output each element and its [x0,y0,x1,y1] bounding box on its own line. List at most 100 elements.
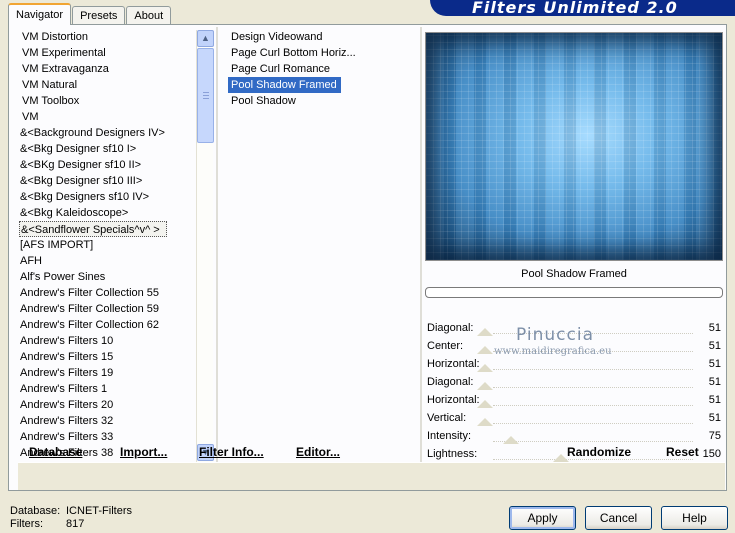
list-item[interactable]: &<Background Designers IV> [19,125,201,141]
list-item[interactable]: Page Curl Bottom Horiz... [228,45,424,61]
slider-thumb[interactable] [477,418,493,426]
slider-track[interactable] [493,369,693,370]
tab-presets[interactable]: Presets [72,6,126,25]
slider-thumb[interactable] [477,364,493,372]
slider-thumb[interactable] [477,346,493,354]
list-item-selected[interactable]: Pool Shadow Framed [228,77,341,93]
list-item[interactable]: AFH [19,253,201,269]
param-label: Lightness: [427,448,478,460]
slider-track[interactable] [493,423,693,424]
list-item[interactable]: &<Bkg Designer sf10 III> [19,173,201,189]
title-banner: Filters Unlimited 2.0 [430,0,735,17]
category-scrollbar[interactable]: ▲ ▼ [196,30,214,462]
selected-filter-name: Pool Shadow Framed [521,268,627,280]
reset-button[interactable]: Reset [666,445,699,459]
param-value: 51 [708,376,721,388]
status-database-value: ICNET-Filters [66,505,132,517]
list-item[interactable]: VM Natural [19,77,201,93]
slider-thumb[interactable] [477,328,493,336]
param-horizontal-2: Horizontal: 51 [425,392,723,410]
status-filters-label: Filters: [10,518,43,530]
list-item[interactable]: [AFS IMPORT] [19,237,201,253]
cancel-button[interactable]: Cancel [585,506,652,530]
list-item[interactable]: Andrew's Filter Collection 55 [19,285,201,301]
status-database: Database: ICNET-Filters [10,505,132,518]
param-label: Horizontal: [427,394,480,406]
grip-icon [203,92,209,99]
tab-navigator[interactable]: Navigator [8,3,72,25]
randomize-button[interactable]: Randomize [567,445,631,459]
list-item[interactable]: Andrew's Filters 1 [19,381,201,397]
list-item[interactable]: Andrew's Filters 19 [19,365,201,381]
slider-track[interactable] [493,441,693,442]
status-info: Database: ICNET-Filters Filters: 817 [10,505,132,531]
banner-title: Filters Unlimited 2.0 [472,0,678,17]
preview-image [425,32,723,261]
database-button[interactable]: Database [29,445,82,459]
slider-track[interactable] [493,387,693,388]
param-diagonal-2: Diagonal: 51 [425,374,723,392]
param-label: Intensity: [427,430,472,442]
slider-track[interactable] [493,459,693,460]
param-label: Horizontal: [427,358,480,370]
list-item[interactable]: Pool Shadow [228,93,424,109]
param-value: 150 [702,448,721,460]
list-item[interactable]: Alf's Power Sines [19,269,201,285]
param-value: 75 [708,430,721,442]
slider-track[interactable] [493,405,693,406]
slider-thumb[interactable] [477,400,493,408]
slider-thumb[interactable] [503,436,519,444]
list-item[interactable]: VM Extravaganza [19,61,201,77]
list-item[interactable]: Andrew's Filters 15 [19,349,201,365]
pane-divider [420,27,422,463]
list-item[interactable]: Page Curl Romance [228,61,424,77]
list-item-selected[interactable]: &<Sandflower Specials^v^ > [19,221,167,237]
tab-about[interactable]: About [126,6,172,25]
list-item[interactable]: &<BKg Designer sf10 II> [19,157,201,173]
list-item[interactable]: Andrew's Filter Collection 59 [19,301,201,317]
status-filters: Filters: 817 [10,518,132,531]
navigator-panel: VM Distortion VM Experimental VM Extrava… [8,24,727,491]
scroll-up-button[interactable]: ▲ [197,30,214,47]
scroll-thumb[interactable] [197,48,214,143]
param-vertical: Vertical: 51 [425,410,723,428]
param-label: Diagonal: [427,322,474,334]
pane-divider [216,27,218,463]
watermark-site: www.maidiregrafica.eu [494,346,612,357]
help-button[interactable]: Help [661,506,728,530]
param-value: 51 [708,322,721,334]
param-value: 51 [708,340,721,352]
list-item[interactable]: &<Bkg Kaleidoscope> [19,205,201,221]
filter-info-button[interactable]: Filter Info... [199,445,264,459]
watermark-name: Pinuccia [516,325,594,345]
list-item[interactable]: Andrew's Filters 32 [19,413,201,429]
list-item[interactable]: &<Bkg Designers sf10 IV> [19,189,201,205]
param-value: 51 [708,412,721,424]
list-item[interactable]: &<Bkg Designer sf10 I> [19,141,201,157]
param-intensity: Intensity: 75 [425,428,723,446]
param-value: 51 [708,358,721,370]
editor-button[interactable]: Editor... [296,445,340,459]
list-item[interactable]: VM Toolbox [19,93,201,109]
action-bar [18,462,725,490]
list-item[interactable]: Design Videowand [228,29,424,45]
progress-bar [425,287,723,298]
filter-list[interactable]: Design Videowand Page Curl Bottom Horiz.… [228,29,424,109]
import-button[interactable]: Import... [120,445,167,459]
list-item[interactable]: Andrew's Filters 33 [19,429,201,445]
param-label: Diagonal: [427,376,474,388]
tab-strip: Navigator Presets About [8,3,172,25]
param-label: Vertical: [427,412,467,424]
status-filters-value: 817 [66,518,85,530]
list-item[interactable]: VM [19,109,201,125]
slider-thumb[interactable] [477,382,493,390]
category-list[interactable]: VM Distortion VM Experimental VM Extrava… [19,29,201,461]
param-horizontal-1: Horizontal: 51 [425,356,723,374]
list-item[interactable]: VM Experimental [19,45,201,61]
apply-button[interactable]: Apply [509,506,576,530]
list-item[interactable]: VM Distortion [19,29,201,45]
list-item[interactable]: Andrew's Filter Collection 62 [19,317,201,333]
param-value: 51 [708,394,721,406]
list-item[interactable]: Andrew's Filters 20 [19,397,201,413]
list-item[interactable]: Andrew's Filters 10 [19,333,201,349]
